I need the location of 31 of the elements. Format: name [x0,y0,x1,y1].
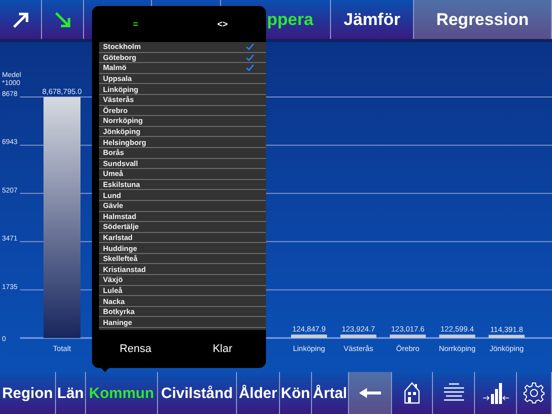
toolbar-button[interactable] [392,372,433,414]
tab-button[interactable]: Kön [280,372,312,414]
toolbar-button[interactable] [517,372,552,414]
tab-button[interactable]: Regression [414,0,552,39]
tab-button[interactable]: Årtal [312,372,349,414]
tab-button[interactable]: Län [56,372,86,414]
toolbar-button[interactable] [0,0,42,39]
bar [488,334,525,338]
segment-button[interactable]: = [92,6,179,42]
arrow-down-right-icon [52,10,72,30]
tab-button[interactable]: Jämför [331,0,414,39]
bar [340,334,376,338]
toolbar-button[interactable] [433,372,475,414]
tab-button[interactable]: Civilstånd [158,372,237,414]
popover-button[interactable]: Rensa [92,330,179,368]
bar-chart-icon [482,382,510,404]
bar [439,334,476,338]
toolbar-button[interactable] [42,0,84,39]
bar [291,334,327,338]
bar [390,334,426,338]
tab-button[interactable]: Region [0,372,56,414]
arrow-left-icon [359,388,381,398]
toolbar-button[interactable] [349,372,392,414]
tab-button[interactable]: Ålder [237,372,280,414]
settings-icon [523,382,545,404]
lines-icon [442,383,464,403]
tab-button[interactable]: Kommun [86,372,158,414]
house-icon [404,382,420,404]
toolbar-button[interactable] [475,372,517,414]
popover-button[interactable]: Klar [179,330,266,368]
arrow-up-right-icon [10,10,30,30]
